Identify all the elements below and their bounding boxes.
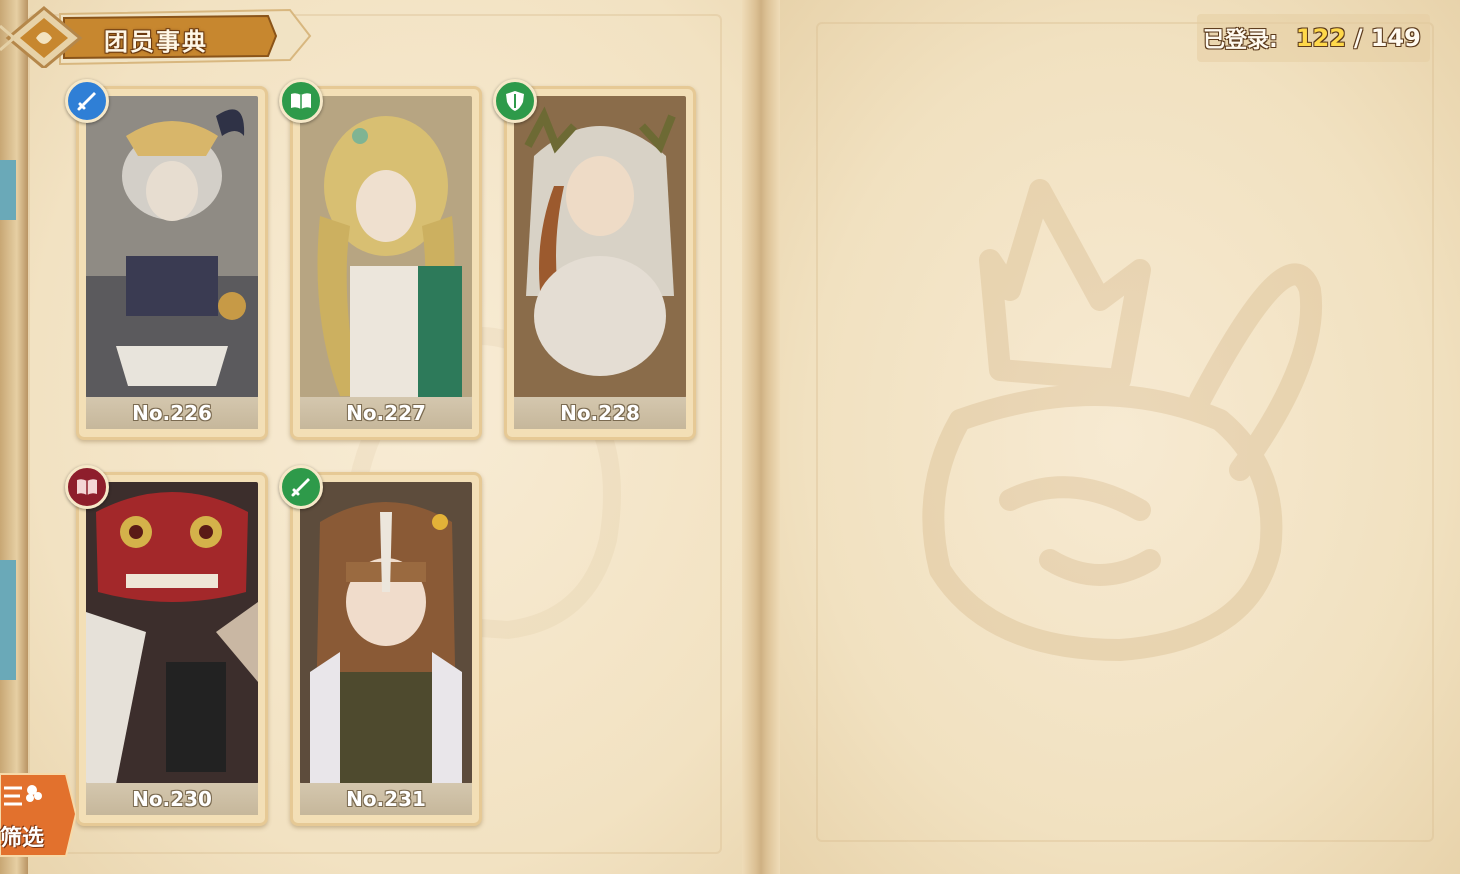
class-badge (279, 465, 323, 509)
character-portrait (86, 96, 258, 398)
shield-icon (506, 91, 524, 111)
sword-icon (291, 478, 310, 497)
book-spine (742, 0, 780, 874)
page-title: 团员事典 (104, 28, 208, 56)
card-number: No.226 (86, 397, 258, 429)
filter-label: 筛选 (0, 826, 45, 851)
card-number: No.231 (300, 783, 472, 815)
class-badge (65, 465, 109, 509)
counter-separator: / (1353, 24, 1363, 52)
filter-button[interactable]: 筛选 (0, 770, 76, 858)
book-icon (291, 93, 311, 109)
registered-counter: 已登录: 122 / 149 (1197, 14, 1430, 62)
book-icon (77, 479, 97, 495)
title-banner: 团员事典 (0, 6, 312, 68)
sword-icon (77, 92, 96, 111)
class-badge (493, 79, 537, 123)
character-portrait (300, 482, 472, 784)
character-portrait (86, 482, 258, 784)
filter-icon (4, 785, 42, 806)
card-number: No.230 (86, 783, 258, 815)
book-edge (0, 0, 28, 874)
class-badge (279, 79, 323, 123)
member-card[interactable]: No.227 (279, 79, 482, 440)
class-badge (65, 79, 109, 123)
registered-label: 已登录: (1203, 28, 1278, 53)
card-number: No.227 (300, 397, 472, 429)
character-portrait (514, 96, 686, 398)
character-portrait (300, 96, 472, 398)
member-card[interactable]: No.228 (493, 79, 696, 440)
member-card[interactable]: No.231 (279, 465, 482, 826)
total-count: 149 (1370, 24, 1421, 52)
registered-count: 122 (1295, 24, 1346, 52)
card-number: No.228 (514, 397, 686, 429)
member-card[interactable]: No.226 (65, 79, 268, 440)
member-card[interactable]: No.230 (65, 465, 268, 826)
rabbit-king-watermark-icon (922, 179, 1323, 661)
